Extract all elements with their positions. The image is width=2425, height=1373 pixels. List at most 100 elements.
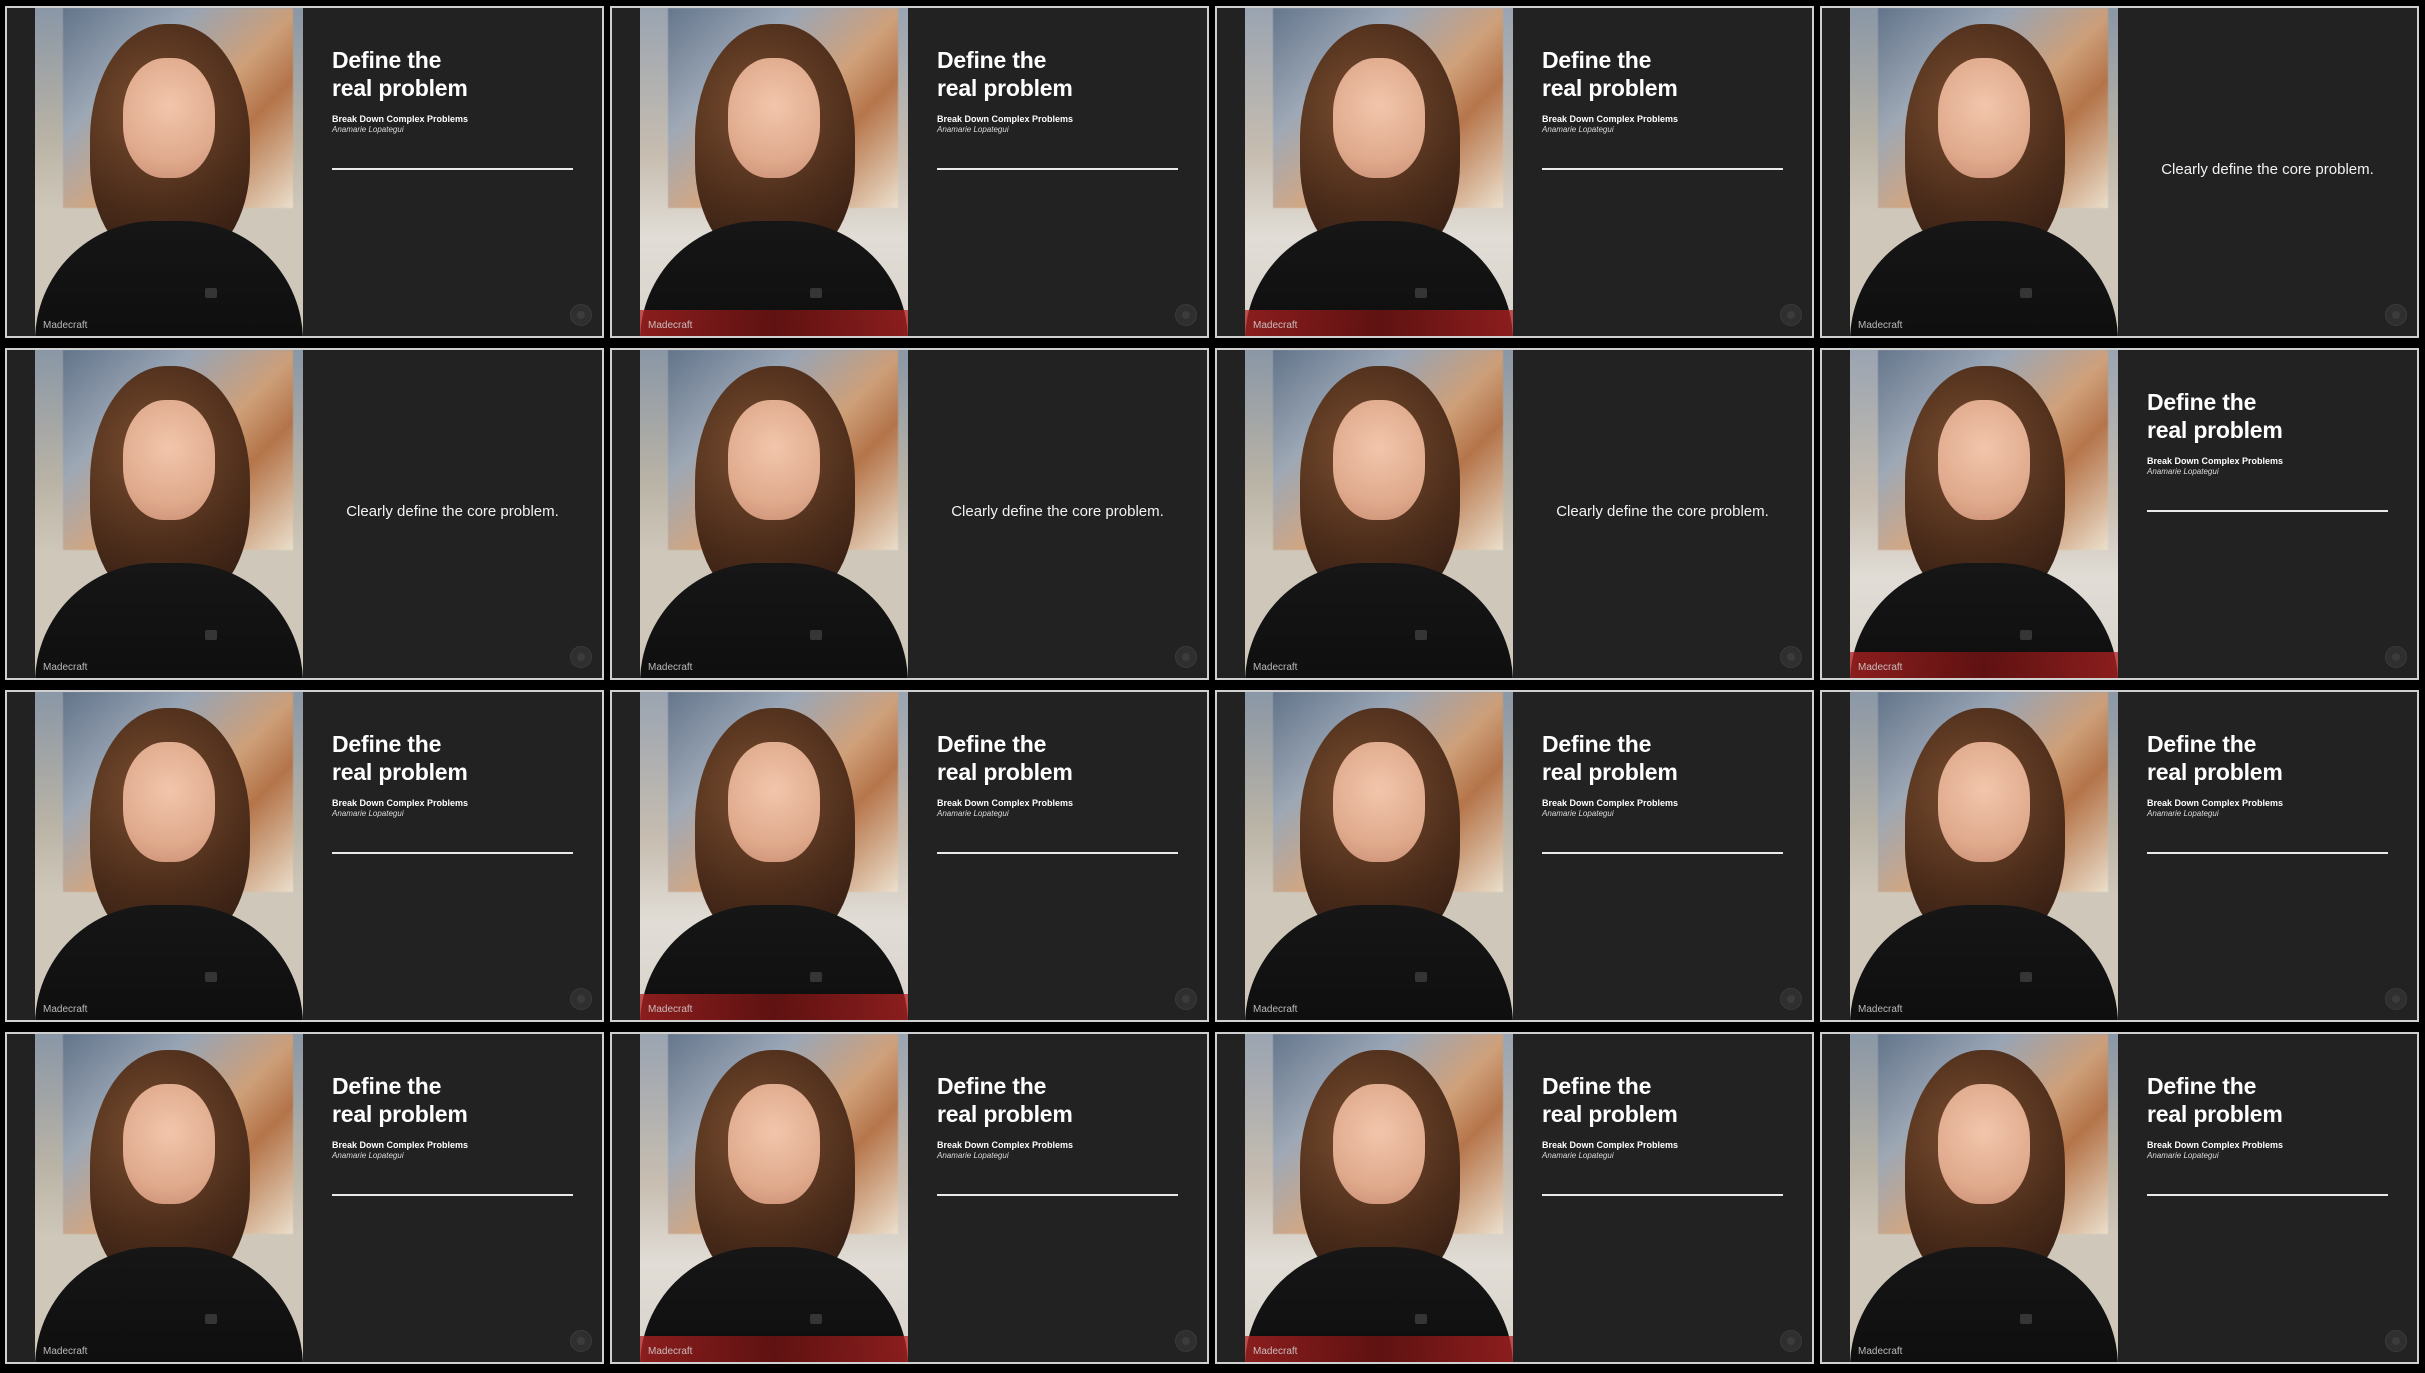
speaker-video: Madecraft — [1245, 8, 1513, 336]
video-frame[interactable]: Madecraft Clearly define the core proble… — [1215, 348, 1814, 680]
video-frame[interactable]: Madecraft Clearly define the core proble… — [610, 348, 1209, 680]
video-frame[interactable]: Madecraft Define the real problem Break … — [1215, 6, 1814, 338]
video-frame[interactable]: Madecraft Define the real problem Break … — [5, 1032, 604, 1364]
course-title: Break Down Complex Problems — [332, 1140, 469, 1150]
speaker-video: Madecraft — [1850, 350, 2118, 678]
watermark-icon — [1175, 646, 1197, 668]
madecraft-logo: Madecraft — [43, 1004, 88, 1015]
slide-panel: Define the real problem Break Down Compl… — [2118, 350, 2417, 678]
video-frame[interactable]: Madecraft Define the real problem Break … — [1215, 690, 1814, 1022]
instructor-name: Anamarie Lopategui — [332, 1151, 404, 1160]
slide-panel: Define the real problem Break Down Compl… — [1513, 8, 1812, 336]
speaker-face — [1938, 400, 2030, 520]
slide-panel: Define the real problem Break Down Compl… — [303, 692, 602, 1020]
speaker-face — [1938, 1084, 2030, 1204]
speaker-face — [728, 400, 820, 520]
slide-title: Define the real problem — [2147, 731, 2283, 785]
instructor-name: Anamarie Lopategui — [937, 1151, 1009, 1160]
speaker-video: Madecraft — [1245, 350, 1513, 678]
course-title: Break Down Complex Problems — [937, 1140, 1074, 1150]
divider-line — [937, 852, 1178, 854]
slide-caption: Clearly define the core problem. — [1556, 503, 1769, 520]
slide-caption: Clearly define the core problem. — [346, 503, 559, 520]
slide-panel: Define the real problem Break Down Compl… — [908, 1034, 1207, 1362]
watermark-icon — [1780, 988, 1802, 1010]
video-frame[interactable]: Madecraft Define the real problem Break … — [610, 1032, 1209, 1364]
speaker-video: Madecraft — [35, 692, 303, 1020]
madecraft-logo: Madecraft — [648, 320, 693, 331]
speaker-face — [1938, 58, 2030, 178]
course-title: Break Down Complex Problems — [332, 798, 469, 808]
instructor-name: Anamarie Lopategui — [332, 125, 404, 134]
video-frame[interactable]: Madecraft Define the real problem Break … — [1215, 1032, 1814, 1364]
slide-title: Define the real problem — [332, 731, 468, 785]
instructor-name: Anamarie Lopategui — [2147, 1151, 2219, 1160]
speaker-face — [728, 58, 820, 178]
madecraft-logo: Madecraft — [43, 1346, 88, 1357]
course-title: Break Down Complex Problems — [1542, 114, 1679, 124]
lapel-mic — [1415, 972, 1427, 982]
course-title: Break Down Complex Problems — [937, 114, 1074, 124]
video-frame[interactable]: Madecraft Define the real problem Break … — [5, 690, 604, 1022]
speaker-video: Madecraft — [640, 350, 908, 678]
video-frame[interactable]: Madecraft Define the real problem Break … — [1820, 1032, 2419, 1364]
watermark-icon — [1175, 304, 1197, 326]
video-frame[interactable]: Madecraft Define the real problem Break … — [610, 690, 1209, 1022]
speaker-video: Madecraft — [1245, 1034, 1513, 1362]
video-frame[interactable]: Madecraft Clearly define the core proble… — [1820, 6, 2419, 338]
divider-line — [1542, 168, 1783, 170]
speaker-face — [728, 1084, 820, 1204]
slide-title: Define the real problem — [1542, 1073, 1678, 1127]
lapel-mic — [2020, 972, 2032, 982]
watermark-icon — [1175, 1330, 1197, 1352]
watermark-icon — [2385, 304, 2407, 326]
video-frame[interactable]: Madecraft Define the real problem Break … — [5, 6, 604, 338]
watermark-icon — [2385, 1330, 2407, 1352]
watermark-icon — [570, 646, 592, 668]
speaker-video: Madecraft — [1245, 692, 1513, 1020]
speaker-video: Madecraft — [640, 8, 908, 336]
watermark-icon — [570, 1330, 592, 1352]
video-frame[interactable]: Madecraft Clearly define the core proble… — [5, 348, 604, 680]
speaker-face — [1333, 742, 1425, 862]
slide-title: Define the real problem — [2147, 389, 2283, 443]
madecraft-logo: Madecraft — [1253, 320, 1298, 331]
lapel-mic — [810, 630, 822, 640]
speaker-video: Madecraft — [1850, 1034, 2118, 1362]
course-title: Break Down Complex Problems — [2147, 1140, 2284, 1150]
speaker-video: Madecraft — [35, 350, 303, 678]
instructor-name: Anamarie Lopategui — [332, 809, 404, 818]
madecraft-logo: Madecraft — [1253, 662, 1298, 673]
slide-title: Define the real problem — [332, 47, 468, 101]
frame-grid: Madecraft Define the real problem Break … — [0, 0, 2425, 1373]
speaker-video: Madecraft — [640, 1034, 908, 1362]
divider-line — [332, 852, 573, 854]
madecraft-logo: Madecraft — [1253, 1346, 1298, 1357]
lapel-mic — [1415, 630, 1427, 640]
speaker-face — [728, 742, 820, 862]
speaker-video: Madecraft — [1850, 8, 2118, 336]
slide-panel: Clearly define the core problem. — [1513, 350, 1812, 678]
divider-line — [937, 168, 1178, 170]
lapel-mic — [205, 630, 217, 640]
slide-panel: Define the real problem Break Down Compl… — [2118, 692, 2417, 1020]
watermark-icon — [2385, 988, 2407, 1010]
video-frame[interactable]: Madecraft Define the real problem Break … — [1820, 348, 2419, 680]
lapel-mic — [205, 1314, 217, 1324]
slide-panel: Define the real problem Break Down Compl… — [908, 692, 1207, 1020]
madecraft-logo: Madecraft — [648, 1004, 693, 1015]
speaker-video: Madecraft — [640, 692, 908, 1020]
video-frame[interactable]: Madecraft Define the real problem Break … — [1820, 690, 2419, 1022]
video-frame[interactable]: Madecraft Define the real problem Break … — [610, 6, 1209, 338]
slide-panel: Define the real problem Break Down Compl… — [303, 1034, 602, 1362]
watermark-icon — [2385, 646, 2407, 668]
madecraft-logo: Madecraft — [1858, 320, 1903, 331]
instructor-name: Anamarie Lopategui — [1542, 125, 1614, 134]
watermark-icon — [1780, 646, 1802, 668]
course-title: Break Down Complex Problems — [2147, 798, 2284, 808]
slide-caption: Clearly define the core problem. — [951, 503, 1164, 520]
watermark-icon — [570, 304, 592, 326]
course-title: Break Down Complex Problems — [332, 114, 469, 124]
madecraft-logo: Madecraft — [43, 320, 88, 331]
slide-caption: Clearly define the core problem. — [2161, 161, 2374, 178]
